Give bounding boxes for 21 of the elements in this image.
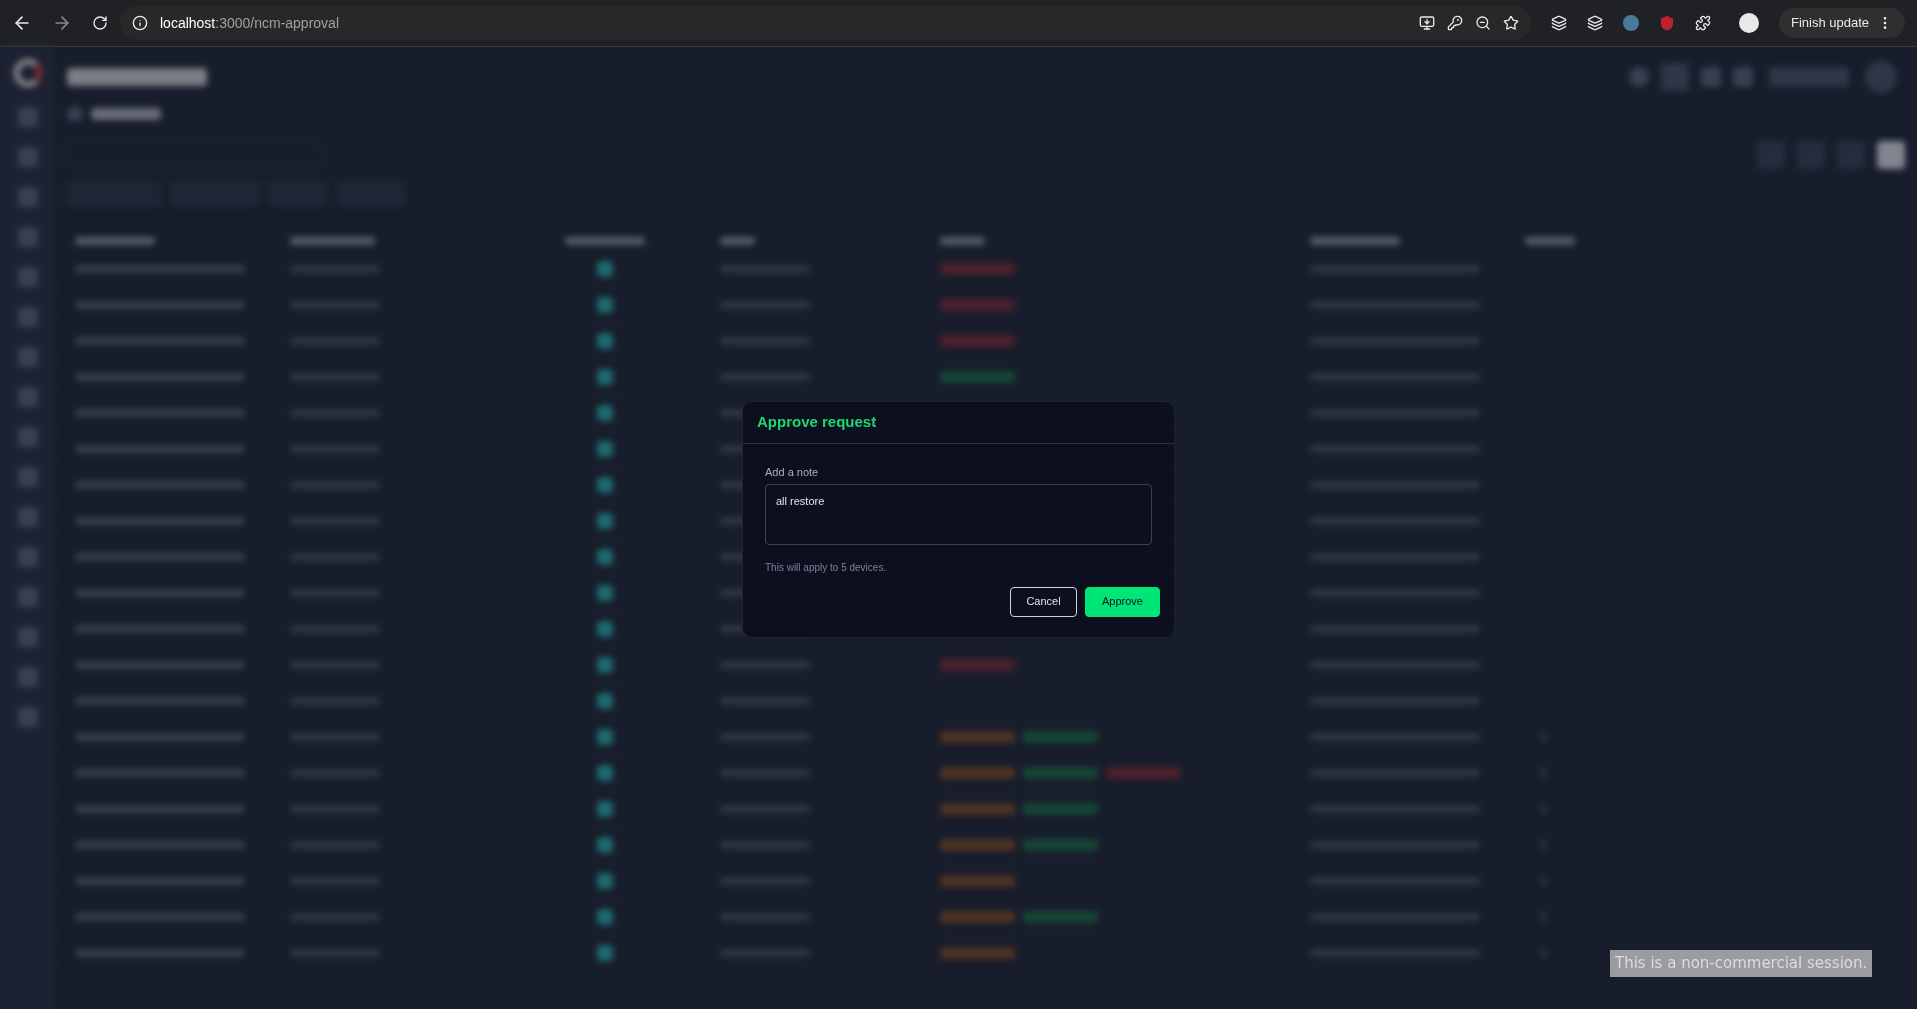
extension-icon[interactable] [1550,15,1567,31]
bookmark-star-icon[interactable] [1502,15,1519,31]
dialog-title: Approve request [757,412,877,433]
site-info-icon[interactable] [132,15,148,31]
install-icon[interactable] [1418,15,1435,31]
extensions-icon[interactable] [1694,15,1711,31]
note-field[interactable]: all restore [765,483,1152,545]
cancel-button[interactable]: Cancel [1010,586,1077,617]
profile-avatar[interactable] [1738,13,1759,33]
finish-update-button[interactable]: Finish update [1778,8,1905,38]
shield-icon[interactable] [1658,15,1675,31]
approve-button[interactable]: Approve [1085,586,1160,617]
address-bar[interactable]: localhost:3000/ncm-approval [120,6,1531,40]
field-label: Add a note [765,465,820,480]
apply-hint: This will apply to 5 devices. [765,560,888,575]
zoom-icon[interactable] [1474,15,1491,31]
key-icon[interactable] [1446,15,1463,31]
reload-icon[interactable] [92,15,108,31]
session-notice: This is a non-commercial session. [1610,950,1873,977]
url-text: localhost:3000/ncm-approval [160,13,339,33]
extension-icon[interactable] [1586,15,1603,31]
